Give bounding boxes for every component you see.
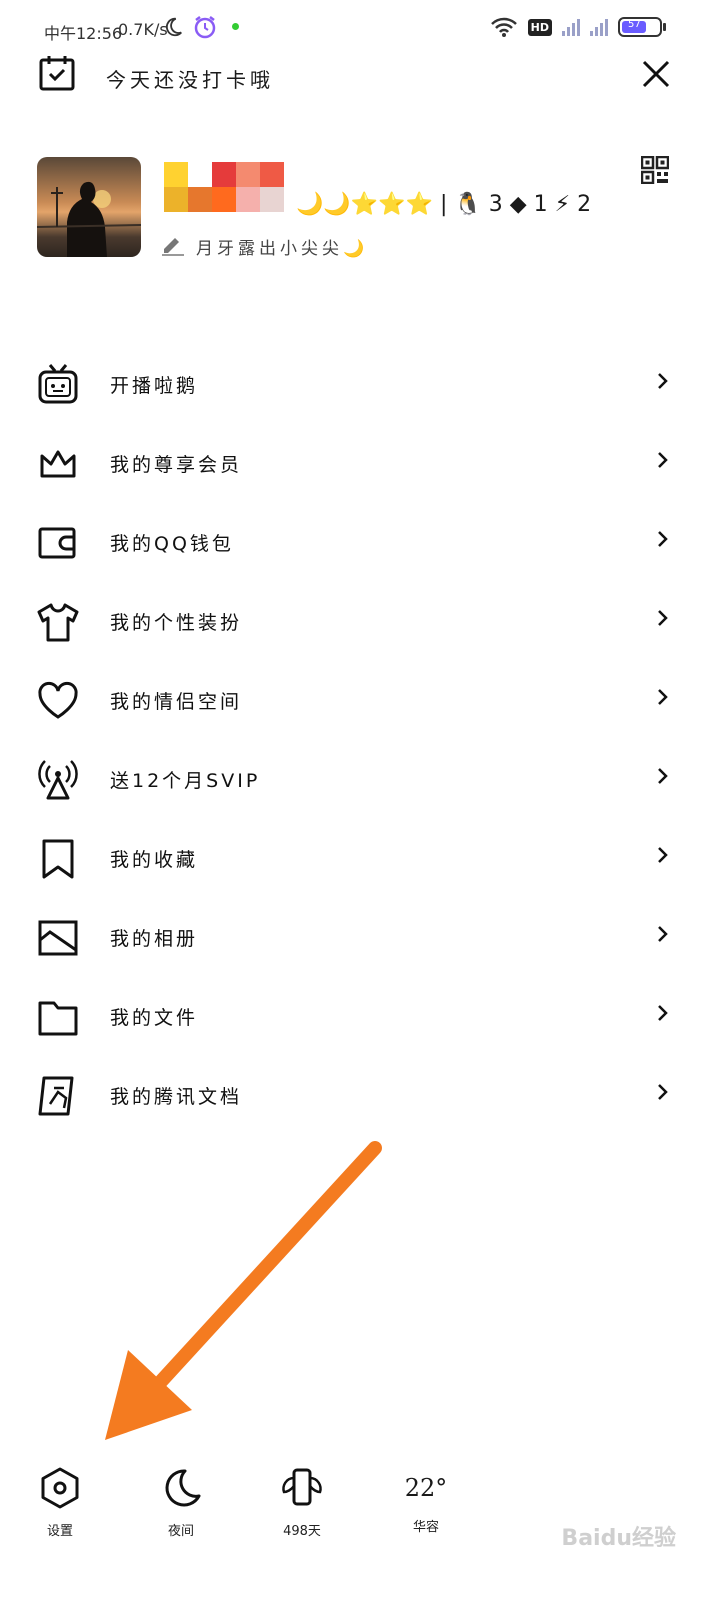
chevron-right-icon (658, 847, 668, 863)
hd-badge: HD (527, 18, 552, 36)
chevron-right-icon (658, 531, 668, 547)
chevron-right-icon (658, 1084, 668, 1100)
night-mode-button[interactable]: 夜间 (141, 1466, 221, 1539)
chevron-right-icon (658, 1005, 668, 1021)
menu-item-couple-space[interactable]: 我的情侣空间 (0, 671, 720, 731)
alarm-icon (192, 14, 218, 44)
companion-days-button[interactable]: 498天 (262, 1466, 342, 1539)
status-right: HD 57 (490, 16, 666, 38)
menu-item-label: 我的收藏 (110, 849, 199, 871)
chevron-right-icon (658, 926, 668, 942)
menu-item-label: 我的文件 (110, 1007, 199, 1029)
settings-label: 设置 (46, 1524, 73, 1539)
broadcast-icon (38, 760, 78, 800)
menu-item-label: 送12个月SVIP (110, 770, 261, 792)
image-icon (38, 920, 78, 956)
menu-item-tencent-docs[interactable]: 我的腾讯文档 (0, 1066, 720, 1126)
chevron-right-icon (658, 373, 668, 389)
avatar[interactable] (37, 157, 141, 257)
menu-item-label: 我的腾讯文档 (110, 1086, 243, 1108)
menu-item-label: 我的尊享会员 (110, 454, 243, 476)
tshirt-icon (37, 603, 79, 642)
bookmark-icon (42, 839, 74, 879)
network-speed: 0.7K/s (118, 20, 168, 39)
edit-icon[interactable] (160, 232, 186, 260)
menu-item-label: 我的个性装扮 (110, 612, 243, 634)
menu-item-label: 我的QQ钱包 (110, 533, 234, 555)
weather-city: 华容 (412, 1520, 439, 1535)
qr-code-icon[interactable] (640, 155, 670, 188)
document-icon (38, 1076, 74, 1116)
days-label: 498天 (283, 1524, 321, 1539)
watermark: Baidu经验 (561, 1526, 676, 1551)
chevron-right-icon (658, 689, 668, 705)
menu-item-label: 我的相册 (110, 928, 199, 950)
moon-icon (162, 16, 184, 42)
tv-icon (38, 364, 78, 404)
menu-item-album[interactable]: 我的相册 (0, 908, 720, 968)
battery-level: 57 (628, 19, 641, 30)
wifi-icon (490, 17, 517, 37)
signal-icon (590, 18, 608, 36)
notification-dot-icon (232, 23, 239, 30)
folder-icon (38, 1001, 78, 1036)
heart-icon (38, 681, 78, 719)
checkin-text[interactable]: 今天还没打卡哦 (106, 64, 274, 93)
wallet-icon (38, 527, 76, 559)
annotation-arrow (105, 1141, 382, 1440)
night-label: 夜间 (167, 1524, 194, 1539)
settings-hexagon-icon (41, 1467, 79, 1509)
nickname-mosaic (164, 162, 284, 212)
menu-item-label: 开播啦鹅 (110, 375, 199, 397)
menu-item-files[interactable]: 我的文件 (0, 987, 720, 1047)
settings-button[interactable]: 设置 (20, 1466, 100, 1539)
weather-temp: 22° (404, 1474, 448, 1502)
moon-icon (165, 1469, 201, 1507)
weather-button[interactable]: 22° 华容 (386, 1466, 466, 1535)
signal-icon (562, 18, 580, 36)
close-icon[interactable] (640, 58, 672, 94)
winged-phone-icon (282, 1468, 322, 1506)
chevron-right-icon (658, 452, 668, 468)
menu-item-outfit[interactable]: 我的个性装扮 (0, 592, 720, 652)
menu-item-label: 我的情侣空间 (110, 691, 243, 713)
menu-item-vip[interactable]: 我的尊享会员 (0, 434, 720, 494)
chevron-right-icon (658, 768, 668, 784)
menu-item-favorites[interactable]: 我的收藏 (0, 829, 720, 889)
checkin-calendar-icon[interactable] (38, 54, 76, 96)
battery-icon: 57 (618, 17, 666, 37)
menu-item-wallet[interactable]: 我的QQ钱包 (0, 513, 720, 573)
menu-item-live[interactable]: 开播啦鹅 (0, 355, 720, 415)
menu-item-svip-gift[interactable]: 送12个月SVIP (0, 750, 720, 810)
crown-icon (40, 450, 76, 478)
status-time: 中午12:56 (44, 24, 123, 43)
signature-text[interactable]: 月牙露出小尖尖🌙 (196, 234, 368, 259)
chevron-right-icon (658, 610, 668, 626)
badges[interactable]: 🌙🌙⭐⭐⭐ | 🐧 3 ◆ 1 ⚡ 2 (296, 192, 591, 217)
